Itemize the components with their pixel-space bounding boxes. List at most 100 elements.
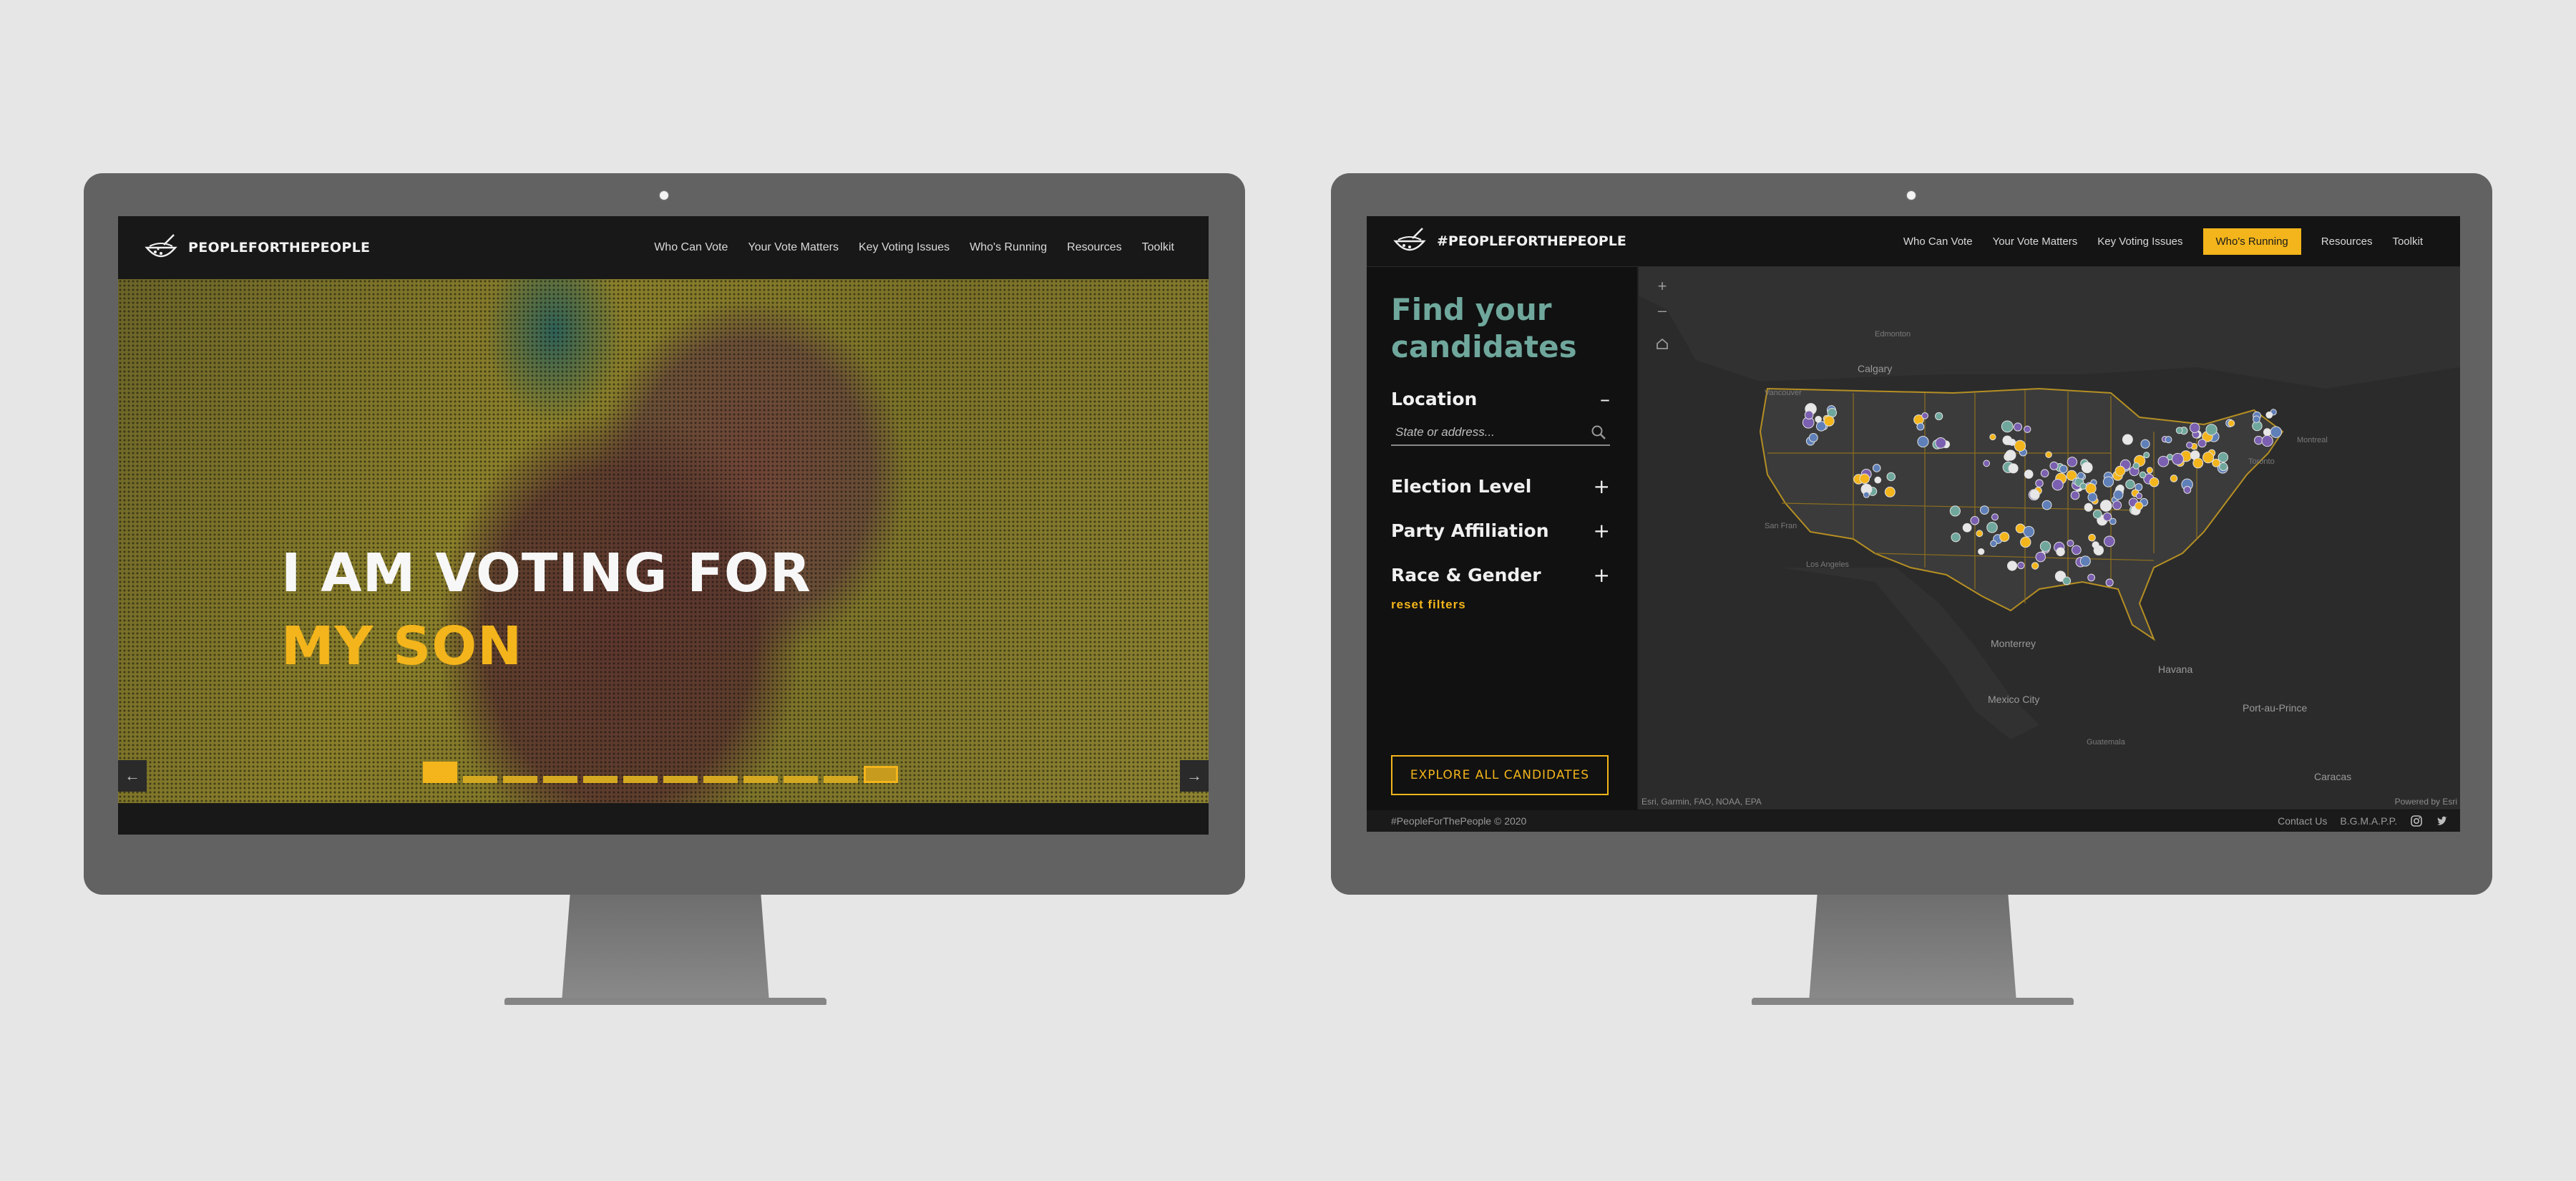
slide-dot[interactable] [623, 776, 658, 783]
candidate-marker[interactable] [2261, 434, 2273, 447]
candidate-marker[interactable] [1804, 410, 1814, 420]
candidate-marker[interactable] [2087, 492, 2098, 502]
candidate-marker[interactable] [2175, 427, 2183, 434]
candidate-marker[interactable] [1872, 464, 1881, 472]
candidate-marker[interactable] [1951, 532, 1961, 543]
slide-dot[interactable] [703, 776, 738, 783]
candidate-marker[interactable] [1808, 433, 1818, 442]
candidate-marker[interactable] [2263, 428, 2272, 437]
slide-dot[interactable] [503, 776, 537, 783]
candidate-marker[interactable] [2079, 555, 2091, 567]
filter-party-affiliation[interactable]: Party Affiliation + [1391, 519, 1610, 543]
candidate-marker[interactable] [2212, 458, 2220, 467]
candidate-marker[interactable] [2146, 467, 2153, 474]
slide-dot[interactable] [743, 776, 778, 783]
candidate-marker[interactable] [2017, 561, 2025, 570]
candidate-marker[interactable] [2112, 500, 2122, 510]
filter-race-gender[interactable]: Race & Gender + [1391, 563, 1610, 587]
candidate-marker[interactable] [2056, 547, 2065, 557]
candidate-marker[interactable] [2041, 500, 2052, 510]
slide-dot[interactable] [864, 766, 898, 783]
candidate-marker[interactable] [2014, 439, 2026, 452]
footer-contact-link[interactable]: Contact Us [2278, 815, 2327, 827]
candidate-marker[interactable] [2157, 455, 2170, 467]
esri-powered-by[interactable]: Powered by Esri [2395, 797, 2457, 807]
candidate-marker[interactable] [2265, 411, 2273, 419]
right-brand[interactable]: #PEOPLEFORTHEPEOPLE [1391, 223, 1626, 260]
candidate-marker[interactable] [2092, 541, 2099, 549]
filter-election-level[interactable]: Election Level + [1391, 475, 1610, 498]
candidate-marker[interactable] [1886, 472, 1896, 482]
candidate-marker[interactable] [1863, 491, 1870, 498]
candidate-marker[interactable] [2253, 415, 2260, 424]
filter-location[interactable]: Location – [1391, 387, 1610, 411]
candidate-marker[interactable] [1990, 540, 1997, 548]
candidate-marker[interactable] [2135, 501, 2143, 510]
reset-filters-link[interactable]: reset filters [1391, 598, 1466, 612]
candidate-marker[interactable] [2067, 457, 2078, 467]
candidate-marker[interactable] [2132, 462, 2140, 470]
candidate-marker[interactable] [1823, 415, 1835, 427]
candidate-marker[interactable] [2039, 540, 2051, 553]
twitter-icon[interactable] [2436, 815, 2449, 827]
candidate-marker[interactable] [2105, 578, 2114, 587]
candidate-marker[interactable] [1970, 516, 1980, 525]
candidate-marker[interactable] [1916, 422, 1925, 431]
candidate-marker[interactable] [1815, 415, 1822, 423]
candidate-marker[interactable] [1859, 473, 1870, 484]
candidate-marker[interactable] [2084, 502, 2093, 512]
candidate-marker[interactable] [2254, 435, 2263, 445]
nav-key-voting-issues[interactable]: Key Voting Issues [2097, 235, 2182, 248]
candidate-marker[interactable] [2024, 470, 2034, 479]
nav-resources[interactable]: Resources [1067, 241, 1121, 254]
candidate-map[interactable]: + – Edmonton Calgary Vancouver San Fran … [1639, 267, 2460, 810]
candidate-marker[interactable] [2113, 490, 2124, 500]
candidate-marker[interactable] [1983, 460, 1991, 467]
nav-whos-running[interactable]: Who's Running [970, 241, 1047, 254]
candidate-marker[interactable] [1976, 530, 1984, 538]
instagram-icon[interactable] [2410, 815, 2423, 827]
candidate-marker[interactable] [2139, 471, 2147, 479]
candidate-marker[interactable] [1991, 513, 1999, 521]
candidate-marker[interactable] [2031, 562, 2039, 570]
slide-dot[interactable] [463, 776, 497, 783]
candidate-marker[interactable] [2035, 551, 2046, 563]
slide-dot[interactable] [663, 776, 698, 783]
candidate-marker[interactable] [2125, 479, 2135, 490]
candidate-marker[interactable] [2062, 576, 2072, 585]
candidate-marker[interactable] [2122, 434, 2133, 445]
candidate-marker[interactable] [2087, 573, 2095, 582]
next-slide-button[interactable]: → [1180, 760, 1209, 792]
slide-dot[interactable] [543, 776, 577, 783]
slide-dot[interactable] [824, 776, 858, 783]
slide-dot[interactable] [423, 762, 457, 783]
candidate-marker[interactable] [2040, 469, 2049, 477]
candidate-marker[interactable] [2149, 477, 2160, 487]
candidate-marker[interactable] [2001, 420, 2014, 433]
candidate-marker[interactable] [1989, 433, 1996, 441]
candidate-marker[interactable] [2099, 500, 2112, 512]
candidate-marker[interactable] [1999, 531, 2010, 543]
candidate-marker[interactable] [2102, 476, 2114, 487]
candidate-marker[interactable] [1986, 522, 1998, 533]
nav-your-vote-matters[interactable]: Your Vote Matters [748, 241, 839, 254]
candidate-marker[interactable] [2202, 451, 2215, 464]
candidate-marker[interactable] [1979, 505, 1989, 515]
candidate-marker[interactable] [1917, 435, 1929, 448]
nav-toolkit[interactable]: Toolkit [1142, 241, 1174, 254]
candidate-marker[interactable] [2020, 536, 2031, 548]
candidate-marker[interactable] [2088, 533, 2096, 542]
candidate-marker[interactable] [2140, 439, 2150, 449]
candidate-marker[interactable] [2024, 425, 2031, 433]
left-brand[interactable]: PEOPLEFORTHEPEOPLE [142, 229, 370, 266]
candidate-marker[interactable] [2070, 490, 2080, 500]
candidate-marker[interactable] [2135, 492, 2143, 500]
slide-dot[interactable] [583, 776, 618, 783]
candidate-marker[interactable] [2114, 465, 2126, 477]
candidate-marker[interactable] [2183, 486, 2192, 494]
candidate-marker[interactable] [2109, 517, 2117, 525]
candidate-marker[interactable] [1921, 412, 1928, 419]
nav-toolkit[interactable]: Toolkit [2392, 235, 2423, 248]
candidate-marker[interactable] [2005, 449, 2016, 461]
candidate-marker[interactable] [2192, 457, 2204, 469]
